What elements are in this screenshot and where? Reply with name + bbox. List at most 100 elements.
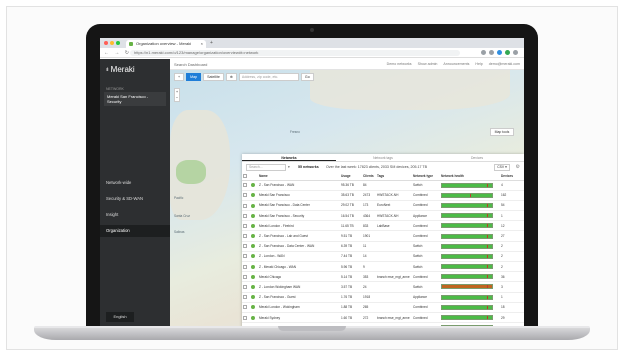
row-checkbox[interactable] bbox=[242, 180, 250, 191]
row-tags[interactable]: EuroNext bbox=[376, 200, 412, 212]
extension-icon[interactable] bbox=[489, 50, 494, 55]
map-zoom-control[interactable]: + − bbox=[174, 88, 180, 102]
row-checkbox[interactable] bbox=[242, 271, 250, 283]
close-window-icon[interactable] bbox=[104, 41, 108, 45]
csv-export-button[interactable]: CSV ▾ bbox=[494, 164, 510, 171]
row-checkbox[interactable] bbox=[242, 261, 250, 273]
row-checkbox[interactable] bbox=[242, 241, 250, 252]
table-row[interactable]: Meraki London - Firebird 11.65 TB 833 LabBa… bbox=[242, 220, 524, 232]
map-pin-icon[interactable]: ⊕ bbox=[225, 73, 237, 81]
row-network-name[interactable]: Meraki London - Wokingham bbox=[258, 302, 340, 313]
table-row[interactable]: Meraki San Francisco 35.63 TB 2473 HWSTACK-… bbox=[242, 190, 524, 201]
star-icon[interactable] bbox=[481, 50, 486, 55]
table-row[interactable]: Z - San Francisco - WAN 95.36 TB 84 Switch 4 bbox=[242, 180, 524, 191]
sidebar-item-network-wide[interactable]: Network-wide bbox=[100, 177, 170, 189]
tab-network-tags[interactable]: Network tags bbox=[336, 154, 430, 161]
table-row[interactable]: Z - London - WAN 7.44 TB 14 Switch 2 bbox=[242, 251, 524, 263]
row-checkbox[interactable] bbox=[242, 281, 250, 293]
table-row[interactable]: Z - Meraki Chicago - WAN 5.96 TB 9 Switch 2 bbox=[242, 261, 524, 273]
browser-nav-icons[interactable]: ← → ↻ bbox=[104, 50, 131, 56]
maximize-window-icon[interactable] bbox=[116, 41, 120, 45]
row-tags[interactable] bbox=[376, 251, 412, 263]
row-checkbox[interactable] bbox=[242, 292, 250, 303]
top-link-announcements[interactable]: Announcements bbox=[443, 62, 469, 66]
row-tags[interactable]: HWSTACK-NH bbox=[376, 210, 412, 222]
table-row[interactable]: Meraki San Francisco - Data Center 29.02 … bbox=[242, 200, 524, 212]
top-link-help[interactable]: Help bbox=[475, 62, 482, 66]
column-header-name[interactable]: Name bbox=[258, 173, 340, 181]
column-header-clients[interactable]: Clients bbox=[362, 173, 376, 181]
language-button[interactable]: English bbox=[106, 312, 134, 322]
column-header-select[interactable] bbox=[242, 173, 250, 181]
table-row[interactable]: Z - San Francisco - Data Center - WAN 6.3… bbox=[242, 241, 524, 252]
map-tools-button[interactable]: Map tools bbox=[490, 128, 514, 136]
row-network-name[interactable]: Meraki San Francisco - Security bbox=[258, 210, 340, 222]
column-header-usage[interactable]: Usage bbox=[340, 173, 362, 181]
table-row[interactable]: Meraki Sydney 1.60 TB 272 branch mse_mgt_an… bbox=[242, 312, 524, 324]
row-tags[interactable]: LabBase bbox=[376, 220, 412, 232]
row-network-name[interactable]: Meraki Sydney bbox=[258, 312, 340, 324]
row-network-name[interactable]: Z - San Francisco - Guest bbox=[258, 292, 340, 303]
browser-tab[interactable]: Organization overview - Meraki × bbox=[126, 40, 206, 48]
sidebar-item-insight[interactable]: Insight bbox=[100, 209, 170, 221]
top-link-account[interactable]: demo@meraki.com bbox=[489, 62, 520, 66]
row-checkbox[interactable] bbox=[242, 312, 250, 324]
tab-networks[interactable]: Networks bbox=[242, 154, 336, 161]
map-go-button[interactable]: Go bbox=[300, 73, 314, 81]
meraki-logo[interactable]: ıılıı Meraki bbox=[106, 65, 135, 74]
row-tags[interactable]: HWSTACK-NH bbox=[376, 190, 412, 201]
satellite-view-button[interactable]: Satellite bbox=[203, 73, 224, 81]
gear-icon[interactable]: ⚙ bbox=[516, 164, 520, 170]
table-row[interactable]: Z - San Francisco - Guest 1.76 TB 1918 Appl… bbox=[242, 292, 524, 303]
row-network-name[interactable]: Z - San Francisco - Data Center - WAN bbox=[258, 241, 340, 252]
row-checkbox[interactable] bbox=[242, 210, 250, 222]
network-search-input[interactable]: Search... bbox=[246, 164, 286, 171]
column-header-status[interactable] bbox=[250, 173, 258, 181]
row-network-name[interactable]: Z - London Wokingham WAN bbox=[258, 281, 340, 293]
column-header-network-health[interactable]: Network health bbox=[440, 173, 500, 181]
minimize-window-icon[interactable] bbox=[110, 41, 114, 45]
row-checkbox[interactable] bbox=[242, 230, 250, 242]
row-checkbox[interactable] bbox=[242, 302, 250, 313]
top-link-demo-networks[interactable]: Demo networks bbox=[387, 62, 412, 66]
tab-devices[interactable]: Devices bbox=[430, 154, 524, 161]
row-network-name[interactable]: Z - London - WAN bbox=[258, 251, 340, 263]
row-checkbox[interactable] bbox=[242, 190, 250, 201]
row-network-name[interactable]: Z - Meraki Chicago - WAN bbox=[258, 261, 340, 273]
map-zoom-plus-button[interactable]: + bbox=[174, 73, 185, 81]
row-tags[interactable] bbox=[376, 261, 412, 273]
table-row[interactable]: Z - San Francisco - Lab and Guest 9.51 TB… bbox=[242, 230, 524, 242]
profile-avatar-icon[interactable] bbox=[505, 50, 510, 55]
search-dashboard-input[interactable]: Search Dashboard bbox=[174, 62, 207, 67]
row-network-name[interactable]: Meraki San Francisco bbox=[258, 190, 340, 201]
row-checkbox[interactable] bbox=[242, 220, 250, 232]
new-tab-icon[interactable]: + bbox=[210, 40, 213, 46]
row-tags[interactable] bbox=[376, 180, 412, 191]
row-checkbox[interactable] bbox=[242, 251, 250, 263]
url-field[interactable]: https://n1.meraki.com/o/123/manage/organ… bbox=[130, 50, 460, 56]
filter-dropdown-icon[interactable]: ▾ bbox=[288, 165, 290, 169]
row-tags[interactable]: branch mse_mgt_anne bbox=[376, 271, 412, 283]
tab-close-icon[interactable]: × bbox=[201, 41, 203, 46]
map-view-button[interactable]: Map bbox=[186, 73, 202, 81]
row-tags[interactable] bbox=[376, 302, 412, 313]
row-network-name[interactable]: Z - San Francisco - WAN bbox=[258, 180, 340, 191]
column-header-tags[interactable]: Tags bbox=[376, 173, 412, 181]
row-network-name[interactable]: Meraki Chicago bbox=[258, 271, 340, 283]
sidebar-item-organization[interactable]: Organization bbox=[100, 225, 170, 237]
row-tags[interactable] bbox=[376, 241, 412, 252]
extension-icon[interactable] bbox=[497, 50, 502, 55]
table-row[interactable]: Z - London Wokingham WAN 3.57 TB 24 Switch 3 bbox=[242, 281, 524, 293]
row-network-name[interactable]: Z - San Francisco - Lab and Guest bbox=[258, 230, 340, 242]
row-network-name[interactable]: Meraki San Francisco - Data Center bbox=[258, 200, 340, 212]
row-tags[interactable]: branch mse_mgt_anne bbox=[376, 312, 412, 324]
column-header-devices[interactable]: Devices bbox=[500, 173, 524, 181]
network-selector[interactable]: Meraki San Francisco - Security bbox=[104, 92, 166, 106]
row-network-name[interactable]: Meraki London - Firebird bbox=[258, 220, 340, 232]
more-menu-icon[interactable] bbox=[513, 50, 518, 55]
address-search-input[interactable]: Address, zip code, etc. bbox=[238, 73, 299, 81]
row-tags[interactable] bbox=[376, 292, 412, 303]
column-header-network-type[interactable]: Network type bbox=[412, 173, 440, 181]
sidebar-item-security-sd-wan[interactable]: Security & SD-WAN bbox=[100, 193, 170, 205]
row-checkbox[interactable] bbox=[242, 200, 250, 212]
